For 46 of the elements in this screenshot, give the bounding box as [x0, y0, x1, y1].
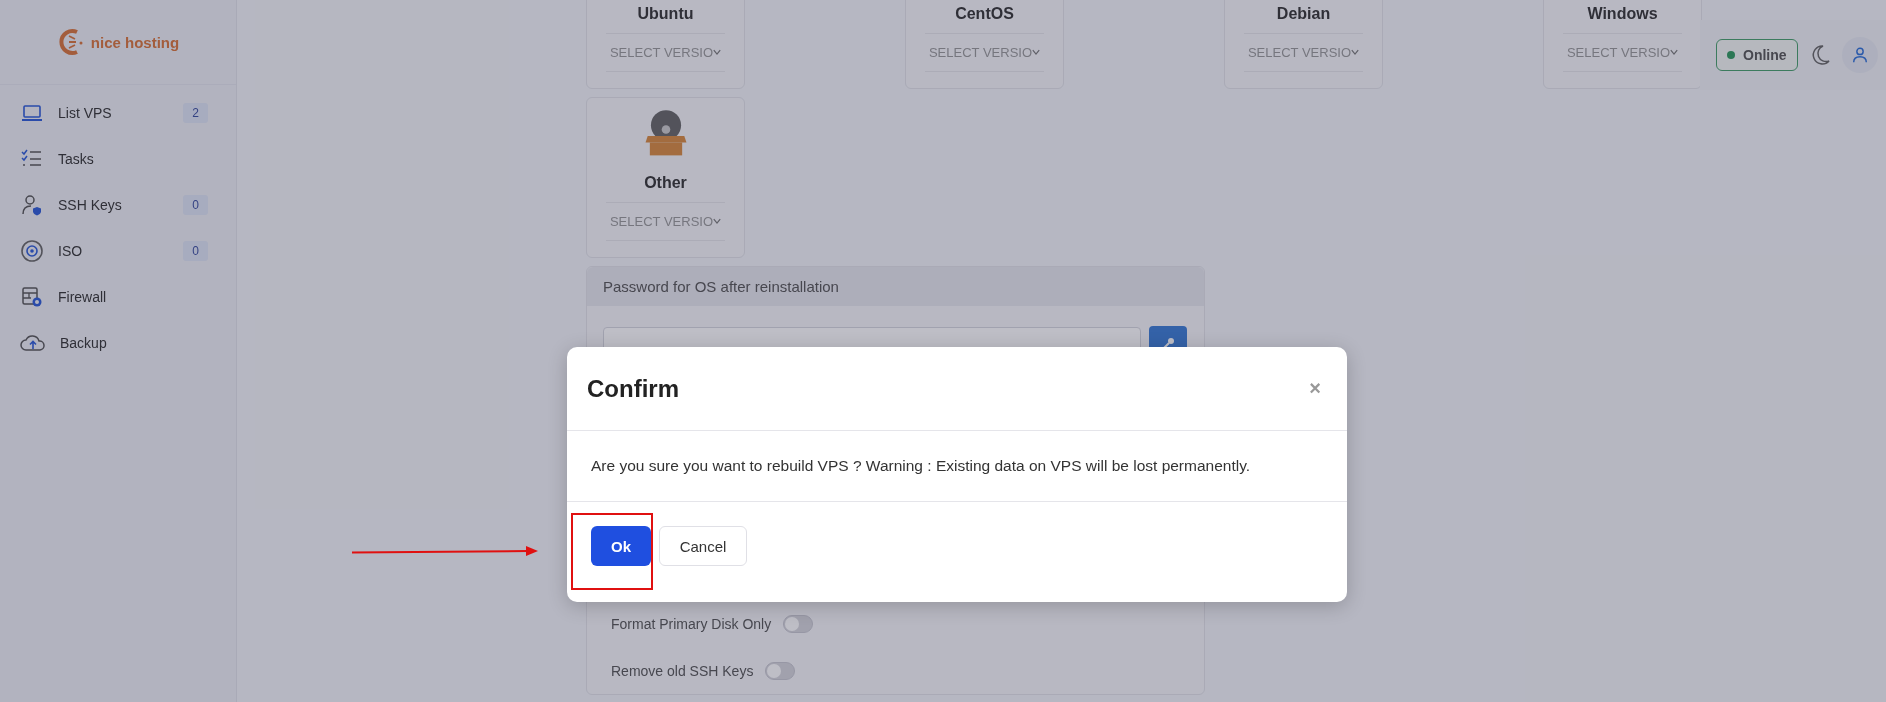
- count-badge: 0: [183, 195, 208, 215]
- sidebar-item[interactable]: Firewall: [20, 274, 208, 320]
- caret-icon: [1670, 49, 1679, 56]
- toggle-label: Format Primary Disk Only: [611, 615, 772, 632]
- dialog-title: Confirm: [587, 374, 679, 403]
- caret-icon: [1032, 49, 1041, 56]
- cancel-button[interactable]: Cancel: [659, 526, 747, 566]
- toggle-switch[interactable]: [783, 614, 814, 633]
- toggle-switch[interactable]: [765, 661, 796, 680]
- user-icon: [1850, 46, 1869, 64]
- sidebar-item[interactable]: ISO 0: [20, 228, 208, 274]
- sidebar-item[interactable]: Tasks: [20, 136, 208, 182]
- count-badge: 0: [183, 241, 208, 261]
- sidebar-label: ISO: [58, 243, 84, 259]
- caret-icon: [1351, 49, 1360, 56]
- os-name: Other: [644, 174, 687, 192]
- sidebar-item[interactable]: List VPS 2: [20, 90, 208, 136]
- sidebar-label: Backup: [60, 335, 108, 351]
- os-card[interactable]: Windows SELECT VERSIO: [1543, 0, 1702, 89]
- toggle-label: Remove old SSH Keys: [611, 662, 754, 679]
- sidebar-item[interactable]: Backup: [20, 320, 208, 366]
- firewall-icon: [20, 285, 44, 309]
- profile-button[interactable]: [1841, 37, 1878, 73]
- caret-icon: [713, 218, 722, 225]
- os-card[interactable]: Ubuntu SELECT VERSIO: [586, 0, 745, 89]
- count-badge: 2: [183, 103, 208, 123]
- os-card[interactable]: CentOS SELECT VERSIO: [905, 0, 1064, 89]
- status-badge: Online: [1716, 39, 1798, 71]
- os-name: Debian: [1276, 5, 1331, 23]
- panel-title: Password for OS after reinstallation: [587, 267, 1204, 306]
- sidebar-label: Tasks: [58, 151, 95, 167]
- disc-icon: [20, 239, 44, 263]
- user-icon: [20, 193, 44, 217]
- logo-text: nice hosting: [90, 33, 180, 51]
- os-name: CentOS: [955, 5, 1014, 23]
- os-card[interactable]: Debian SELECT VERSIO: [1224, 0, 1383, 89]
- sidebar-label: SSH Keys: [58, 197, 123, 213]
- os-card[interactable]: Other SELECT VERSIO: [586, 97, 745, 258]
- sidebar-item[interactable]: SSH Keys 0: [20, 182, 208, 228]
- sidebar-label: Firewall: [58, 289, 108, 305]
- os-name: Ubuntu: [637, 5, 694, 23]
- ok-button[interactable]: Ok: [591, 526, 651, 566]
- dialog-message: Are you sure you want to rebuild VPS ? Warning : Existing data on VPS will be lost permanently.: [567, 431, 1347, 502]
- sidebar-label: List VPS: [58, 105, 113, 121]
- os-name: Windows: [1587, 5, 1658, 23]
- caret-icon: [713, 49, 722, 56]
